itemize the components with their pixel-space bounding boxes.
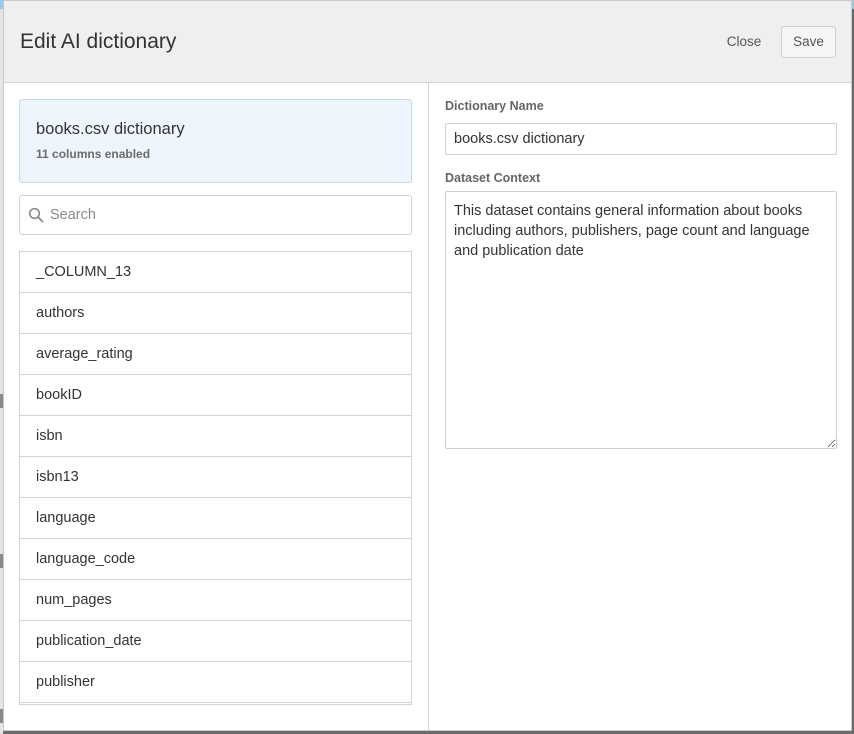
columns-pane: books.csv dictionary 11 columns enabled …: [4, 83, 429, 730]
column-list-item[interactable]: average_rating: [20, 334, 411, 375]
column-list-item[interactable]: _COLUMN_13: [20, 252, 411, 293]
save-button[interactable]: Save: [781, 26, 836, 58]
dictionary-name-label: Dictionary Name: [445, 99, 544, 113]
column-list-item[interactable]: isbn13: [20, 457, 411, 498]
search-input[interactable]: [50, 200, 400, 230]
column-list-item[interactable]: language: [20, 498, 411, 539]
column-list-item[interactable]: bookID: [20, 375, 411, 416]
dataset-context-label: Dataset Context: [445, 171, 541, 185]
column-list-item[interactable]: publication_date: [20, 621, 411, 662]
column-list-item[interactable]: authors: [20, 293, 411, 334]
modal-title: Edit AI dictionary: [20, 30, 177, 53]
dictionary-name-field[interactable]: [445, 123, 837, 155]
dictionary-form: Dictionary Name Dataset Context This dat…: [429, 83, 851, 730]
edit-dictionary-modal: Edit AI dictionary Close Save books.csv …: [3, 0, 852, 731]
columns-enabled-count: 11 columns enabled: [36, 147, 151, 161]
column-list-item[interactable]: language_code: [20, 539, 411, 580]
dictionary-summary-card: books.csv dictionary 11 columns enabled: [19, 99, 412, 183]
column-list: _COLUMN_13 authors average_rating bookID isb…: [19, 251, 412, 705]
column-search: [19, 195, 412, 235]
page-backdrop: Edit AI dictionary Close Save books.csv …: [0, 0, 854, 734]
search-icon: [28, 207, 44, 223]
close-button[interactable]: Close: [716, 26, 772, 58]
column-list-item[interactable]: publisher: [20, 662, 411, 703]
column-list-item[interactable]: num_pages: [20, 580, 411, 621]
dataset-context-field[interactable]: This dataset contains general informatio…: [445, 191, 837, 449]
modal-header: Edit AI dictionary Close Save: [4, 1, 851, 83]
column-list-item[interactable]: isbn: [20, 416, 411, 457]
dictionary-card-title: books.csv dictionary: [36, 120, 185, 138]
